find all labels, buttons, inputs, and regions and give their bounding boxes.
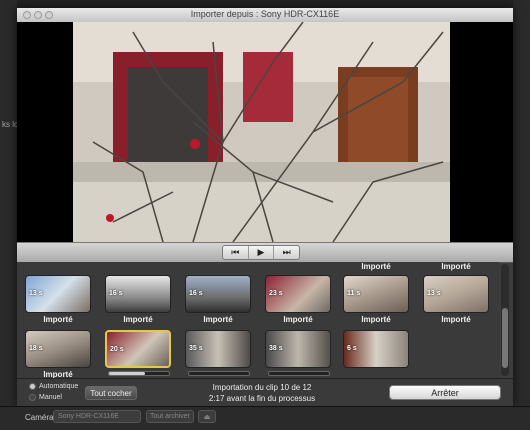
- skip-forward-icon: ⏭: [282, 247, 291, 257]
- clip-thumbnail[interactable]: 11 s: [343, 275, 409, 313]
- clip-import-progress: [108, 371, 170, 376]
- playback-control-group: ⏮ ▶ ⏭: [222, 245, 300, 260]
- mode-manual-label: Manuel: [39, 394, 62, 401]
- clip-duration: 11 s: [347, 290, 361, 297]
- clip-status-label: Importé: [441, 262, 471, 271]
- video-frame-image: [73, 22, 450, 242]
- clip-thumbnail-importing[interactable]: 20 s: [105, 330, 171, 368]
- clip-import-progress-fill: [109, 372, 145, 375]
- clip-duration: 13 s: [427, 290, 441, 297]
- clip-duration: 16 s: [189, 290, 203, 297]
- eject-icon: ⏏: [203, 413, 211, 421]
- clip-status-label: Importé: [361, 262, 391, 271]
- play-icon: ▶: [257, 247, 265, 257]
- clip-thumbnail[interactable]: 16 s: [105, 275, 171, 313]
- radio-selected-icon: [29, 383, 36, 390]
- clip-thumbnail[interactable]: 23 s: [265, 275, 331, 313]
- background-right-panel: [513, 0, 530, 429]
- import-window: Importer depuis : Sony HDR-CX116E ⏮ ▶ ⏭ …: [17, 8, 513, 407]
- window-title: Importer depuis : Sony HDR-CX116E: [190, 9, 340, 19]
- clip-thumbnail[interactable]: 13 s: [423, 275, 489, 313]
- mode-automatic-label: Automatique: [39, 383, 79, 390]
- clip-browser-scroll-thumb[interactable]: [502, 308, 508, 368]
- clip-duration: 13 s: [29, 290, 43, 297]
- import-status-line1: Importation du clip 10 de 12: [212, 383, 312, 392]
- clip-duration: 16 s: [109, 290, 123, 297]
- clip-import-progress: [268, 371, 330, 376]
- eject-button[interactable]: ⏏: [198, 410, 216, 423]
- clip-thumbnail[interactable]: 16 s: [185, 275, 251, 313]
- clip-status-label: Importé: [283, 315, 313, 324]
- clip-status-label: Importé: [361, 315, 391, 324]
- clip-status-label: Importé: [203, 315, 233, 324]
- camera-select[interactable]: Sony HDR-CX116E: [53, 410, 141, 423]
- clip-status-label: Importé: [43, 315, 73, 324]
- clip-duration: 6 s: [347, 345, 357, 352]
- video-preview: [73, 22, 450, 242]
- import-options-bar: Automatique Manuel Tout cocher Importati…: [17, 378, 513, 407]
- archive-all-button[interactable]: Tout archiver: [146, 410, 194, 423]
- clip-duration: 23 s: [269, 290, 283, 297]
- clip-thumbnail[interactable]: 35 s: [185, 330, 251, 368]
- clip-thumbnail[interactable]: 13 s: [25, 275, 91, 313]
- clip-thumbnail[interactable]: 18 s: [25, 330, 91, 368]
- clip-duration: 18 s: [29, 345, 43, 352]
- titlebar: Importer depuis : Sony HDR-CX116E: [17, 8, 513, 23]
- clip-status-label: Importé: [123, 315, 153, 324]
- playback-controls-bar: ⏮ ▶ ⏭: [17, 242, 513, 263]
- next-clip-button[interactable]: ⏭: [274, 246, 299, 259]
- mode-automatic-radio[interactable]: Automatique: [29, 383, 78, 390]
- clip-status-label: Importé: [441, 315, 471, 324]
- skip-back-icon: ⏮: [231, 247, 240, 257]
- clip-thumbnail[interactable]: 38 s: [265, 330, 331, 368]
- clip-duration: 20 s: [110, 346, 124, 353]
- video-letterbox-left: [17, 22, 73, 242]
- radio-unselected-icon: [29, 394, 36, 401]
- import-status-line2: 2:17 avant la fin du processus: [208, 394, 316, 403]
- clip-thumbnail[interactable]: 6 s: [343, 330, 409, 368]
- footer-bar: Caméra : Sony HDR-CX116E Tout archiver ⏏: [0, 406, 530, 430]
- clip-duration: 38 s: [269, 345, 283, 352]
- clip-duration: 35 s: [189, 345, 203, 352]
- play-button[interactable]: ▶: [249, 246, 275, 259]
- clip-import-progress: [188, 371, 250, 376]
- clip-browser: Importé Importé 13 s Importé 16 s Import…: [17, 262, 499, 379]
- background-left-panel: [0, 0, 17, 429]
- video-letterbox-right: [450, 22, 513, 242]
- check-all-button[interactable]: Tout cocher: [85, 386, 137, 400]
- mode-manual-radio[interactable]: Manuel: [29, 394, 62, 401]
- stop-button[interactable]: Arrêter: [389, 385, 501, 400]
- previous-clip-button[interactable]: ⏮: [223, 246, 249, 259]
